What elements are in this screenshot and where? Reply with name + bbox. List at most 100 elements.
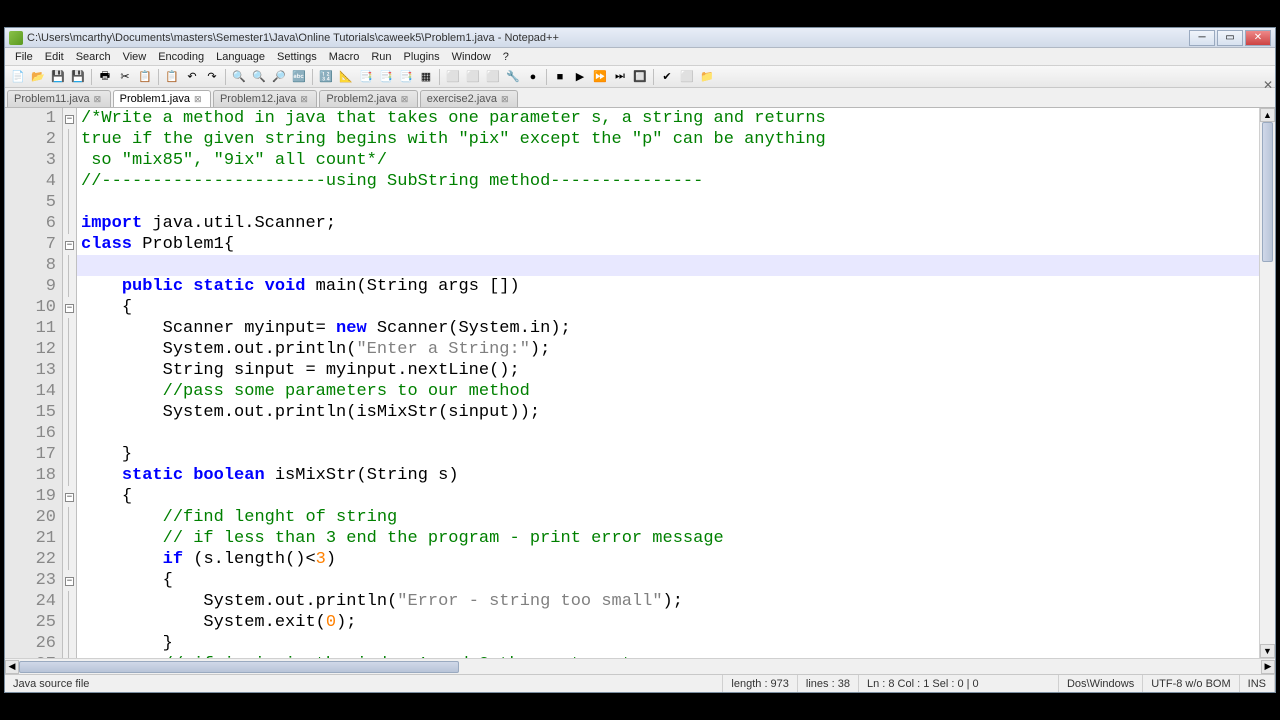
fold-minus-icon[interactable]: − xyxy=(65,577,74,586)
toolbar-button-0[interactable]: 📄 xyxy=(9,68,27,86)
tab-close-icon[interactable]: ⊠ xyxy=(194,94,204,104)
menu-edit[interactable]: Edit xyxy=(39,49,70,65)
code-line[interactable]: if (s.length()<3) xyxy=(81,549,1259,570)
fold-minus-icon[interactable]: − xyxy=(65,493,74,502)
code-line[interactable]: System.out.println(isMixStr(sinput)); xyxy=(81,402,1259,423)
scroll-down-arrow-icon[interactable]: ▼ xyxy=(1260,644,1275,658)
code-line[interactable]: String sinput = myinput.nextLine(); xyxy=(81,360,1259,381)
toolbar-button-14[interactable]: 🔢 xyxy=(317,68,335,86)
scroll-up-arrow-icon[interactable]: ▲ xyxy=(1260,108,1275,122)
scroll-thumb-vertical[interactable] xyxy=(1262,122,1273,262)
panel-close-icon[interactable]: ✕ xyxy=(1263,78,1273,92)
code-line[interactable]: } xyxy=(81,444,1259,465)
toolbar-button-23[interactable]: 🔧 xyxy=(504,68,522,86)
toolbar-button-12[interactable]: 🔎 xyxy=(270,68,288,86)
toolbar-button-15[interactable]: 📐 xyxy=(337,68,355,86)
toolbar-button-29[interactable]: 🔲 xyxy=(631,68,649,86)
horizontal-scrollbar[interactable]: ◀ ▶ xyxy=(5,658,1275,674)
toolbar-button-32[interactable]: 📁 xyxy=(698,68,716,86)
code-line[interactable] xyxy=(81,423,1259,444)
code-line[interactable]: Scanner myinput= new Scanner(System.in); xyxy=(81,318,1259,339)
toolbar-button-13[interactable]: 🔤 xyxy=(290,68,308,86)
code-line[interactable]: /*Write a method in java that takes one … xyxy=(81,108,1259,129)
code-line[interactable]: //find lenght of string xyxy=(81,507,1259,528)
toolbar-button-31[interactable]: ⬜ xyxy=(678,68,696,86)
toolbar-button-2[interactable]: 💾 xyxy=(49,68,67,86)
tab-close-icon[interactable]: ⊠ xyxy=(94,94,104,104)
toolbar-button-16[interactable]: 📑 xyxy=(357,68,375,86)
code-line[interactable] xyxy=(81,255,1259,276)
toolbar-button-21[interactable]: ⬜ xyxy=(464,68,482,86)
toolbar-button-30[interactable]: ✔ xyxy=(658,68,676,86)
toolbar-button-25[interactable]: ■ xyxy=(551,68,569,86)
toolbar-button-5[interactable]: ✂ xyxy=(116,68,134,86)
code-line[interactable]: System.out.println("Enter a String:"); xyxy=(81,339,1259,360)
tab-close-icon[interactable]: ⊠ xyxy=(401,94,411,104)
menu-language[interactable]: Language xyxy=(210,49,271,65)
tab-close-icon[interactable]: ⊠ xyxy=(501,94,511,104)
maximize-button[interactable]: ▭ xyxy=(1217,30,1243,46)
toolbar-button-7[interactable]: 📋 xyxy=(163,68,181,86)
menu-view[interactable]: View xyxy=(117,49,153,65)
code-line[interactable]: System.exit(0); xyxy=(81,612,1259,633)
code-line[interactable]: // if ix is in the index 1 and 2 then re… xyxy=(81,654,1259,658)
code-line[interactable]: { xyxy=(81,297,1259,318)
menu-file[interactable]: File xyxy=(9,49,39,65)
toolbar-button-17[interactable]: 📑 xyxy=(377,68,395,86)
vertical-scrollbar[interactable]: ▲ ▼ xyxy=(1259,108,1275,658)
code-line[interactable]: { xyxy=(81,570,1259,591)
scroll-left-arrow-icon[interactable]: ◀ xyxy=(5,660,19,674)
tab-close-icon[interactable]: ⊠ xyxy=(300,94,310,104)
toolbar-button-28[interactable]: ⏭ xyxy=(611,68,629,86)
code-line[interactable]: public static void main(String args []) xyxy=(81,276,1259,297)
code-line[interactable]: System.out.println("Error - string too s… xyxy=(81,591,1259,612)
tab-Problem1-java[interactable]: Problem1.java⊠ xyxy=(113,90,211,107)
menu-run[interactable]: Run xyxy=(365,49,397,65)
toolbar-button-27[interactable]: ⏩ xyxy=(591,68,609,86)
code-line[interactable] xyxy=(81,192,1259,213)
toolbar-button-4[interactable]: 🖶 xyxy=(96,68,114,86)
toolbar-button-9[interactable]: ↷ xyxy=(203,68,221,86)
menu-plugins[interactable]: Plugins xyxy=(398,49,446,65)
toolbar-button-10[interactable]: 🔍 xyxy=(230,68,248,86)
toolbar-button-18[interactable]: 📑 xyxy=(397,68,415,86)
code-area[interactable]: /*Write a method in java that takes one … xyxy=(77,108,1259,658)
menu-search[interactable]: Search xyxy=(70,49,117,65)
tab-Problem11-java[interactable]: Problem11.java⊠ xyxy=(7,90,111,107)
menu-window[interactable]: Window xyxy=(446,49,497,65)
tab-exercise2-java[interactable]: exercise2.java⊠ xyxy=(420,90,518,107)
code-line[interactable]: true if the given string begins with "pi… xyxy=(81,129,1259,150)
toolbar-button-8[interactable]: ↶ xyxy=(183,68,201,86)
code-line[interactable]: } xyxy=(81,633,1259,654)
menu-macro[interactable]: Macro xyxy=(323,49,366,65)
close-button[interactable]: ✕ xyxy=(1245,30,1271,46)
code-line[interactable]: import java.util.Scanner; xyxy=(81,213,1259,234)
code-line[interactable]: static boolean isMixStr(String s) xyxy=(81,465,1259,486)
tab-Problem12-java[interactable]: Problem12.java⊠ xyxy=(213,90,317,107)
toolbar-button-22[interactable]: ⬜ xyxy=(484,68,502,86)
toolbar-button-26[interactable]: ▶ xyxy=(571,68,589,86)
toolbar-button-3[interactable]: 💾 xyxy=(69,68,87,86)
minimize-button[interactable]: ─ xyxy=(1189,30,1215,46)
menu-help[interactable]: ? xyxy=(497,49,515,65)
toolbar-button-20[interactable]: ⬜ xyxy=(444,68,462,86)
code-line[interactable]: class Problem1{ xyxy=(81,234,1259,255)
code-line[interactable]: // if less than 3 end the program - prin… xyxy=(81,528,1259,549)
tab-Problem2-java[interactable]: Problem2.java⊠ xyxy=(319,90,417,107)
toolbar-button-1[interactable]: 📂 xyxy=(29,68,47,86)
menu-encoding[interactable]: Encoding xyxy=(152,49,210,65)
scroll-right-arrow-icon[interactable]: ▶ xyxy=(1261,660,1275,674)
fold-minus-icon[interactable]: − xyxy=(65,304,74,313)
code-line[interactable]: so "mix85", "9ix" all count*/ xyxy=(81,150,1259,171)
scroll-thumb-horizontal[interactable] xyxy=(19,661,459,673)
fold-minus-icon[interactable]: − xyxy=(65,115,74,124)
fold-minus-icon[interactable]: − xyxy=(65,241,74,250)
code-line[interactable]: //pass some parameters to our method xyxy=(81,381,1259,402)
toolbar-button-11[interactable]: 🔍 xyxy=(250,68,268,86)
menu-settings[interactable]: Settings xyxy=(271,49,323,65)
toolbar-button-24[interactable]: ● xyxy=(524,68,542,86)
toolbar-button-6[interactable]: 📋 xyxy=(136,68,154,86)
toolbar-button-19[interactable]: ▦ xyxy=(417,68,435,86)
code-line[interactable]: { xyxy=(81,486,1259,507)
code-line[interactable]: //----------------------using SubString … xyxy=(81,171,1259,192)
